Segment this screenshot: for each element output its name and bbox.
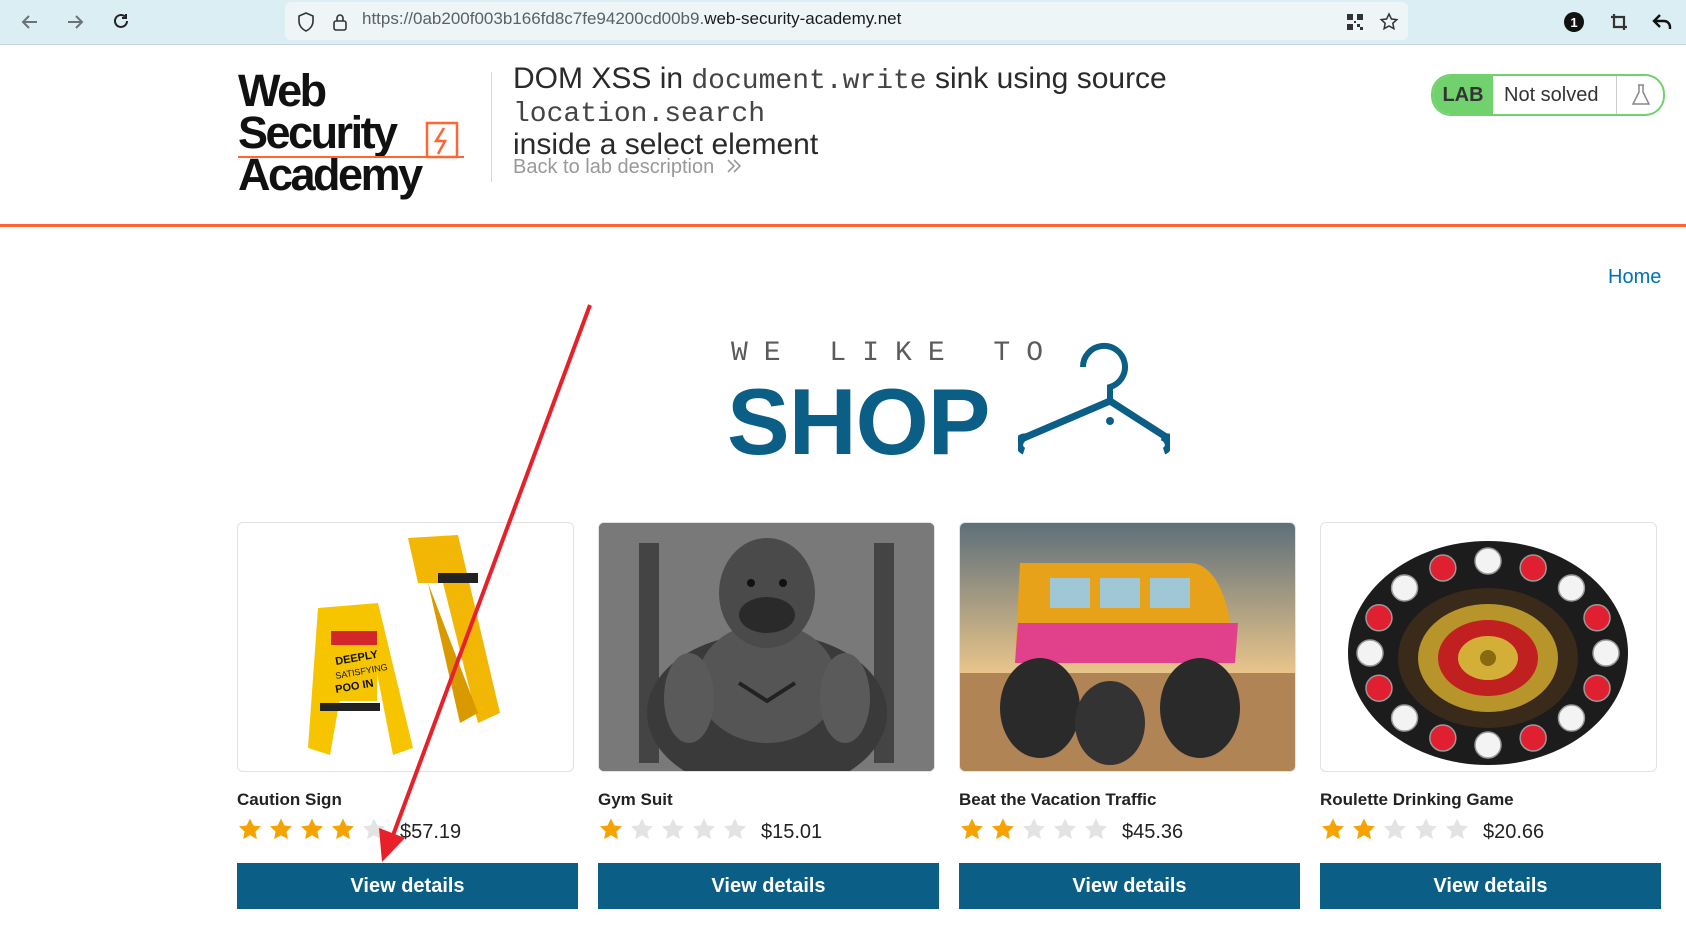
star-empty-icon (1085, 818, 1107, 840)
product-image-vacation-traffic (959, 522, 1296, 772)
header-divider (491, 72, 492, 182)
home-link[interactable]: Home (1608, 266, 1661, 289)
shot-glass (1474, 731, 1502, 759)
star-filled-icon (332, 818, 354, 840)
star-filled-icon (600, 818, 622, 840)
shot-glass (1519, 554, 1547, 582)
star-empty-icon (631, 818, 653, 840)
lab-status-widget: LAB Not solved (1431, 74, 1665, 116)
banner-tagline: WE LIKE TO (731, 338, 1060, 369)
shot-glass (1519, 724, 1547, 752)
shot-glass (1474, 547, 1502, 575)
url-prefix: https://0ab200f003b166fd8c7fe94200cd00b9… (362, 9, 705, 28)
product-name: Gym Suit (598, 790, 673, 809)
star-filled-icon (239, 818, 261, 840)
logo-underline (238, 156, 464, 158)
notification-count: 1 (1564, 12, 1584, 32)
url-text[interactable]: https://0ab200f003b166fd8c7fe94200cd00b9… (362, 9, 901, 29)
lab-badge: LAB (1433, 76, 1493, 114)
hanger-icon (1018, 342, 1170, 456)
shot-glass (1365, 604, 1393, 632)
star-empty-icon (662, 818, 684, 840)
star-filled-icon (1353, 818, 1375, 840)
product-image-caution-sign: DEEPLY SATISFYING POO IN (237, 522, 574, 772)
product-price: $45.36 (1122, 821, 1184, 843)
star-empty-icon (724, 818, 746, 840)
star-empty-icon (693, 818, 715, 840)
star-empty-icon (1023, 818, 1045, 840)
rating-stars (598, 816, 748, 844)
url-domain: web-security-academy.net (704, 9, 902, 28)
back-to-lab-description-link[interactable]: Back to lab description (513, 156, 742, 179)
shot-glass (1583, 604, 1611, 632)
crop-icon[interactable] (1607, 10, 1631, 34)
product-image-gym-suit (598, 522, 935, 772)
lab-title: DOM XSS in document.write sink using sou… (513, 64, 1393, 160)
product-name: Caution Sign (237, 790, 342, 809)
rating-stars (959, 816, 1109, 844)
rating-stars (237, 816, 387, 844)
product-name: Roulette Drinking Game (1320, 790, 1514, 809)
star-empty-icon (1415, 818, 1437, 840)
shot-glass (1390, 574, 1419, 602)
product-price: $57.19 (400, 821, 462, 843)
bookmark-star-icon[interactable] (1377, 10, 1401, 34)
shot-glass (1390, 704, 1419, 732)
browser-toolbar: https://0ab200f003b166fd8c7fe94200cd00b9… (0, 0, 1686, 45)
lock-icon[interactable] (328, 10, 352, 34)
shot-glass (1557, 704, 1586, 732)
shot-glass (1557, 574, 1586, 602)
flask-icon (1616, 76, 1663, 114)
qr-code-icon[interactable] (1343, 10, 1367, 34)
view-details-button[interactable]: View details (1320, 863, 1661, 909)
reload-icon[interactable] (107, 8, 135, 36)
star-empty-icon (1384, 818, 1406, 840)
extension-badge[interactable]: 1 (1562, 10, 1586, 34)
star-empty-icon (363, 818, 385, 840)
product-price: $15.01 (761, 821, 823, 843)
title-part-1: DOM XSS in (513, 62, 692, 95)
shot-glass (1356, 639, 1384, 667)
title-code-location-search: location.search (513, 99, 766, 130)
title-code-document-write: document.write (691, 66, 927, 97)
logo-line-2: Academy (238, 149, 423, 200)
product-price: $20.66 (1483, 821, 1545, 843)
back-arrow-icon[interactable] (16, 8, 44, 36)
shot-glass (1429, 724, 1457, 752)
view-details-button[interactable]: View details (959, 863, 1300, 909)
star-filled-icon (301, 818, 323, 840)
forward-arrow-icon[interactable] (61, 8, 89, 36)
star-filled-icon (961, 818, 983, 840)
product-name: Beat the Vacation Traffic (959, 790, 1157, 809)
star-filled-icon (992, 818, 1014, 840)
star-filled-icon (270, 818, 292, 840)
web-security-academy-logo[interactable]: Web Security Academy (238, 68, 492, 197)
star-empty-icon (1054, 818, 1076, 840)
title-part-3: sink using source (926, 62, 1167, 95)
view-details-button[interactable]: View details (237, 863, 578, 909)
view-details-button[interactable]: View details (598, 863, 939, 909)
lab-state: Not solved (1504, 84, 1599, 106)
banner-shop-text: SHOP (727, 369, 990, 474)
shield-icon[interactable] (294, 10, 318, 34)
product-image-roulette-drinking-game (1320, 522, 1657, 772)
double-chevron-right-icon (727, 159, 741, 173)
rating-stars (1320, 816, 1470, 844)
shot-glass (1592, 639, 1620, 667)
shot-glass (1365, 674, 1393, 702)
undo-arrow-icon[interactable] (1650, 10, 1674, 34)
shot-glass (1583, 674, 1611, 702)
star-empty-icon (1446, 818, 1468, 840)
header-orange-rule (0, 224, 1686, 227)
back-link-label: Back to lab description (513, 156, 715, 178)
shot-glass (1429, 554, 1457, 582)
star-filled-icon (1322, 818, 1344, 840)
lightning-bolt-icon (425, 121, 459, 159)
